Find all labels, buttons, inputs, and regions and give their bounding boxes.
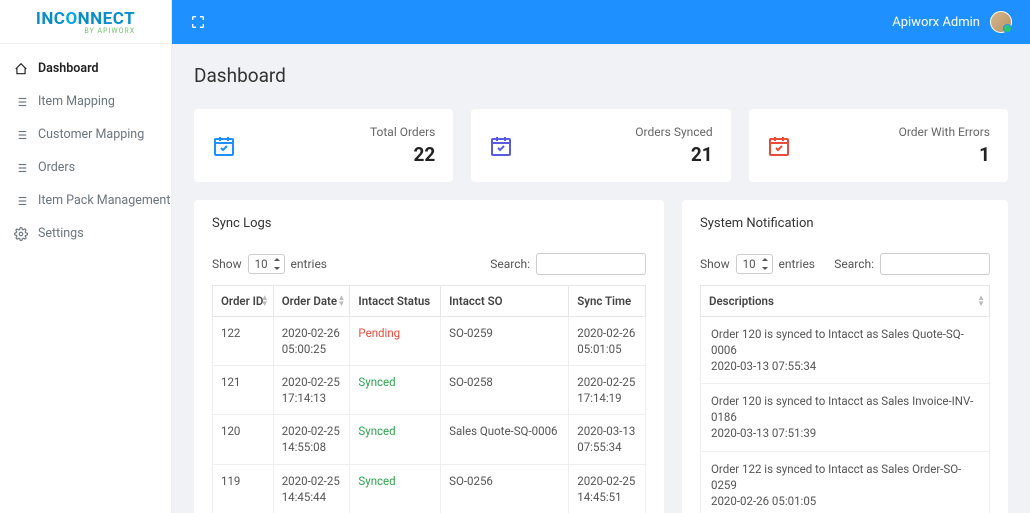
show-label: Show: [212, 257, 242, 271]
cell-order-id: 121: [213, 366, 274, 415]
calendar-check-icon: [212, 134, 236, 158]
notifications-table: Descriptions▲▼ Order 120 is synced to In…: [700, 285, 990, 513]
card-value: 22: [370, 143, 435, 166]
cell-order-date: 2020-02-2605:00:25: [273, 317, 350, 366]
table-row[interactable]: 1212020-02-2517:14:13SyncedSO-02582020-0…: [213, 366, 646, 415]
nav-item-customer-mapping[interactable]: Customer Mapping: [0, 118, 171, 151]
card-label: Orders Synced: [635, 125, 712, 139]
page-size-select[interactable]: 10: [248, 254, 285, 274]
list-icon: [14, 194, 28, 208]
cell-order-id: 120: [213, 415, 274, 464]
search-input[interactable]: [536, 253, 646, 275]
table-row[interactable]: 1222020-02-2605:00:25PendingSO-02592020-…: [213, 317, 646, 366]
entries-label: entries: [291, 257, 327, 271]
nav-item-settings[interactable]: Settings: [0, 217, 171, 250]
nav-item-dashboard[interactable]: Dashboard: [0, 52, 171, 85]
sidebar: INCONNECT BY APIWORX Dashboard Item Mappi…: [0, 0, 172, 513]
logo-text: INCONNECT: [36, 9, 135, 29]
column-header[interactable]: Intacct SO: [441, 286, 569, 317]
stat-card: Total Orders 22: [194, 109, 453, 182]
avatar[interactable]: [990, 11, 1012, 33]
cell-sync-time: 2020-02-2605:01:05: [569, 317, 646, 366]
cell-order-id: 119: [213, 464, 274, 513]
dashboard-icon: [14, 62, 28, 76]
topbar: Apiworx Admin: [172, 0, 1030, 44]
sync-logs-table: Order ID▲▼Order Date▲▼Intacct StatusInta…: [212, 285, 646, 513]
card-value: 1: [899, 143, 990, 166]
user-name[interactable]: Apiworx Admin: [892, 15, 980, 30]
column-header[interactable]: Order ID▲▼: [213, 286, 274, 317]
content: Dashboard Total Orders22Orders Synced21O…: [172, 44, 1030, 513]
cell-so: Sales Quote-SQ-0006: [441, 415, 569, 464]
card-label: Total Orders: [370, 125, 435, 139]
show-label: Show: [700, 257, 730, 271]
nav-item-item-pack-management-[interactable]: Item Pack Management..: [0, 184, 171, 217]
cell-status: Synced: [350, 464, 441, 513]
stat-card: Orders Synced 21: [471, 109, 730, 182]
panel-title: Sync Logs: [212, 216, 646, 231]
column-header[interactable]: Descriptions▲▼: [701, 286, 990, 317]
card-value: 21: [635, 143, 712, 166]
nav-label: Customer Mapping: [38, 127, 144, 142]
table-row[interactable]: Order 120 is synced to Intacct as Sales …: [701, 317, 990, 384]
nav: Dashboard Item Mapping Customer Mapping Ord…: [0, 44, 171, 250]
cell-description: Order 120 is synced to Intacct as Sales …: [701, 384, 990, 451]
cell-order-date: 2020-02-2517:14:13: [273, 366, 350, 415]
table-row[interactable]: Order 122 is synced to Intacct as Sales …: [701, 451, 990, 513]
logo[interactable]: INCONNECT BY APIWORX: [0, 0, 171, 44]
table-row[interactable]: Order 120 is synced to Intacct as Sales …: [701, 384, 990, 451]
column-header[interactable]: Intacct Status: [350, 286, 441, 317]
entries-label: entries: [779, 257, 815, 271]
cell-order-date: 2020-02-2514:45:44: [273, 464, 350, 513]
panel-title: System Notification: [700, 216, 990, 231]
cell-description: Order 122 is synced to Intacct as Sales …: [701, 451, 990, 513]
column-header[interactable]: Sync Time: [569, 286, 646, 317]
sync-logs-panel: Sync Logs Show 10 entries Search:: [194, 200, 664, 513]
cell-status: Synced: [350, 415, 441, 464]
nav-item-orders[interactable]: Orders: [0, 151, 171, 184]
main: Apiworx Admin Dashboard Total Orders 22 Or…: [172, 0, 1030, 513]
gear-icon: [14, 227, 28, 241]
cell-description: Order 120 is synced to Intacct as Sales …: [701, 317, 990, 384]
cell-so: SO-0259: [441, 317, 569, 366]
page-title: Dashboard: [194, 64, 1008, 87]
notifications-panel: System Notification Show 10 entries Sear…: [682, 200, 1008, 513]
cell-sync-time: 2020-03-1307:55:34: [569, 415, 646, 464]
cell-so: SO-0256: [441, 464, 569, 513]
list-icon: [14, 128, 28, 142]
fullscreen-icon[interactable]: [190, 14, 206, 30]
search-input[interactable]: [880, 253, 990, 275]
nav-label: Settings: [38, 226, 84, 241]
table-row[interactable]: 1202020-02-2514:55:08SyncedSales Quote-S…: [213, 415, 646, 464]
cell-sync-time: 2020-02-2517:14:19: [569, 366, 646, 415]
nav-label: Item Mapping: [38, 94, 115, 109]
nav-label: Dashboard: [38, 61, 99, 76]
cell-status: Synced: [350, 366, 441, 415]
cell-so: SO-0258: [441, 366, 569, 415]
calendar-check-icon: [489, 134, 513, 158]
page-size-select[interactable]: 10: [736, 254, 773, 274]
column-header[interactable]: Order Date▲▼: [273, 286, 350, 317]
nav-label: Orders: [38, 160, 75, 175]
nav-label: Item Pack Management..: [38, 193, 171, 208]
cell-sync-time: 2020-02-2514:45:51: [569, 464, 646, 513]
cell-order-id: 122: [213, 317, 274, 366]
stat-card: Order With Errors 1: [749, 109, 1008, 182]
calendar-check-icon: [767, 134, 791, 158]
list-icon: [14, 95, 28, 109]
card-label: Order With Errors: [899, 125, 990, 139]
list-icon: [14, 161, 28, 175]
stat-cards: Total Orders 22 Orders Synced 21 Order With …: [194, 109, 1008, 182]
nav-item-item-mapping[interactable]: Item Mapping: [0, 85, 171, 118]
table-row[interactable]: 1192020-02-2514:45:44SyncedSO-02562020-0…: [213, 464, 646, 513]
search-label: Search:: [490, 257, 530, 271]
cell-status: Pending: [350, 317, 441, 366]
search-label: Search:: [834, 257, 874, 271]
cell-order-date: 2020-02-2514:55:08: [273, 415, 350, 464]
